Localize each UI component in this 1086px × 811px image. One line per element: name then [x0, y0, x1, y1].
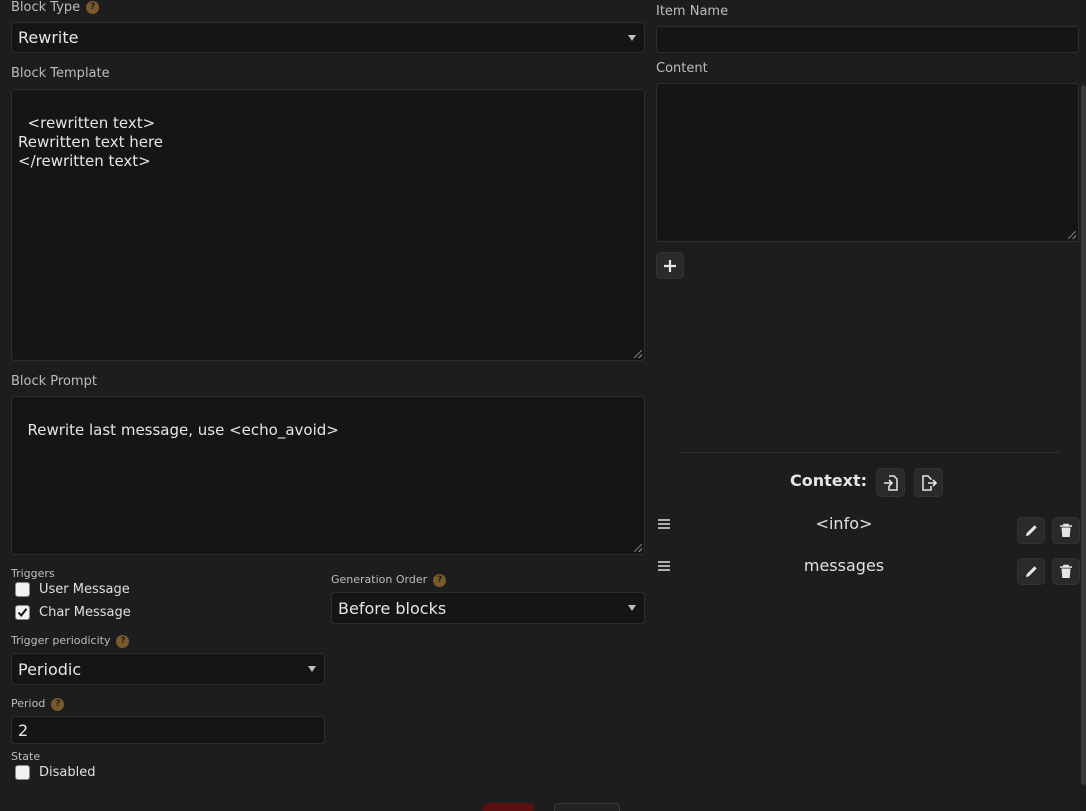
user-message-label: User Message — [39, 582, 130, 597]
content-label: Content — [656, 61, 708, 76]
content-textarea[interactable] — [656, 83, 1079, 242]
triggers-label: Triggers — [11, 567, 55, 580]
item-name-input[interactable] — [656, 26, 1079, 53]
block-type-select[interactable]: Rewrite — [11, 22, 645, 53]
period-input[interactable]: 2 — [11, 716, 325, 744]
help-icon[interactable]: ? — [116, 634, 130, 648]
context-label: Context: — [790, 471, 867, 490]
bars-icon — [658, 519, 670, 529]
trigger-periodicity-select[interactable]: Periodic — [11, 653, 325, 685]
block-prompt-label: Block Prompt — [11, 374, 97, 389]
drag-handle-icon[interactable] — [657, 558, 671, 577]
period-label-text: Period — [11, 697, 46, 710]
disabled-checkbox[interactable] — [15, 765, 30, 780]
trash-icon — [1060, 564, 1072, 578]
trash-icon — [1060, 523, 1072, 537]
context-export-button[interactable] — [914, 468, 943, 497]
delete-context-item-button[interactable] — [1052, 517, 1080, 544]
state-label: State — [11, 750, 41, 763]
divider — [680, 452, 1060, 453]
context-item-label: messages — [803, 556, 885, 575]
disabled-label: Disabled — [39, 765, 96, 780]
trigger-periodicity-label: Trigger periodicity? — [11, 634, 130, 648]
block-template-textarea[interactable]: <rewritten text> Rewritten text here </r… — [11, 89, 645, 361]
checkmark-icon — [17, 608, 28, 618]
context-import-button[interactable] — [876, 468, 905, 497]
block-prompt-textarea[interactable]: Rewrite last message, use <echo_avoid> — [11, 396, 645, 555]
resize-handle[interactable] — [634, 544, 642, 552]
scrollbar[interactable] — [1081, 85, 1086, 785]
generation-order-label-text: Generation Order — [331, 573, 428, 586]
user-message-checkbox-row[interactable]: User Message — [15, 582, 130, 597]
help-icon[interactable]: ? — [433, 573, 447, 587]
add-button[interactable] — [656, 252, 684, 279]
chevron-down-icon — [308, 666, 316, 672]
generation-order-select[interactable]: Before blocks — [331, 592, 645, 624]
block-prompt-text: Rewrite last message, use <echo_avoid> — [27, 421, 339, 439]
item-name-label: Item Name — [656, 4, 729, 19]
edit-context-item-button[interactable] — [1017, 517, 1045, 544]
context-item-label: <info> — [815, 514, 873, 533]
delete-context-item-button[interactable] — [1052, 558, 1080, 585]
period-value: 2 — [18, 720, 29, 740]
file-import-icon — [883, 474, 898, 491]
block-type-value: Rewrite — [18, 28, 79, 47]
trigger-periodicity-value: Periodic — [18, 659, 82, 679]
generation-order-label: Generation Order? — [331, 573, 447, 587]
cancel-button[interactable] — [554, 803, 620, 811]
block-template-label: Block Template — [11, 66, 110, 81]
drag-handle-icon[interactable] — [657, 516, 671, 535]
generation-order-value: Before blocks — [338, 598, 447, 618]
block-template-text: <rewritten text> Rewritten text here </r… — [18, 114, 164, 170]
user-message-checkbox[interactable] — [15, 582, 30, 597]
disabled-checkbox-row[interactable]: Disabled — [15, 765, 95, 780]
file-export-icon — [921, 474, 937, 491]
delete-button[interactable] — [483, 803, 534, 811]
pencil-icon — [1025, 525, 1037, 536]
block-type-label-text: Block Type — [11, 0, 81, 15]
char-message-label: Char Message — [39, 605, 131, 620]
edit-context-item-button[interactable] — [1017, 558, 1045, 585]
pencil-icon — [1025, 566, 1037, 577]
resize-handle[interactable] — [634, 350, 642, 358]
resize-handle[interactable] — [1068, 231, 1076, 239]
char-message-checkbox-row[interactable]: Char Message — [15, 605, 131, 620]
help-icon[interactable]: ? — [86, 1, 100, 14]
char-message-checkbox[interactable] — [15, 605, 30, 620]
trigger-periodicity-label-text: Trigger periodicity — [11, 634, 111, 647]
block-type-label: Block Type? — [11, 0, 100, 15]
chevron-down-icon — [628, 34, 636, 41]
chevron-down-icon — [628, 605, 636, 611]
bars-icon — [658, 561, 670, 571]
plus-icon — [664, 259, 676, 272]
period-label: Period? — [11, 697, 65, 711]
help-icon[interactable]: ? — [51, 697, 65, 711]
